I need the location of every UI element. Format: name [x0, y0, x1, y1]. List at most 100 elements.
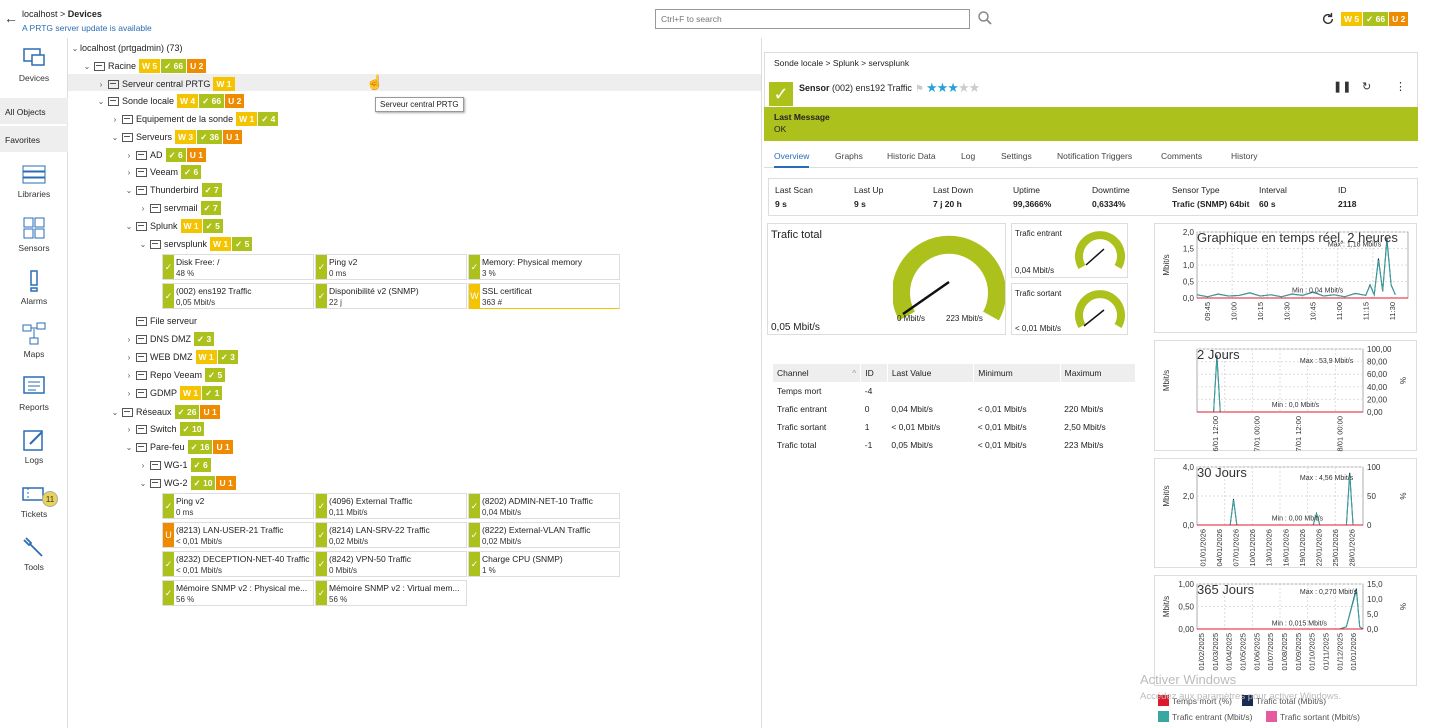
sensor-tile[interactable]: W SSL certificat 363 #: [468, 283, 620, 309]
history-chart[interactable]: 100,00 80,00 60,00 40,00 20,00 0,00 Mbit/s% 26/…: [1154, 340, 1417, 452]
tree-row[interactable]: ⌄ Racine W 5 ✓ 66 U 2: [82, 58, 207, 74]
sensor-tile[interactable]: U (8213) LAN-USER-21 Traffic < 0,01 Mbit/s: [162, 522, 314, 548]
tree-row-label[interactable]: Serveurs: [136, 132, 172, 142]
history-chart[interactable]: 1,00 0,50 0,00 15,0 10,0 5,0 0,0 Mbit/s% 01/02/2…: [1154, 575, 1417, 686]
tree-row-label[interactable]: Racine: [108, 61, 136, 71]
status-badge[interactable]: W 1: [213, 77, 235, 91]
global-status-badges[interactable]: W 5 ✓ 66 U 2: [1341, 12, 1409, 26]
column-header-label[interactable]: Channel: [777, 368, 809, 378]
status-badge[interactable]: W 1: [180, 219, 202, 233]
tab-settings[interactable]: Settings: [1001, 151, 1032, 161]
sensor-tile[interactable]: ✓ (8202) ADMIN-NET-10 Traffic 0,04 Mbit/s: [468, 493, 620, 519]
sensor-tile[interactable]: ✓ (8242) VPN-50 Traffic 0 Mbit/s: [315, 551, 467, 577]
chevron-down-icon[interactable]: ⌄: [124, 222, 134, 231]
table-row[interactable]: Trafic total -1 0,05 Mbit/s < 0,01 Mbit/s 22…: [773, 436, 1136, 454]
tree-row[interactable]: ⌄ Serveurs W 3 ✓ 36 U 1: [110, 129, 243, 145]
chevron-right-icon[interactable]: ›: [96, 80, 106, 89]
update-notice-link[interactable]: A PRTG server update is available: [22, 23, 152, 33]
status-badge[interactable]: ✓ 5: [202, 219, 223, 233]
tab-notification-triggers[interactable]: Notification Triggers: [1057, 151, 1132, 161]
back-arrow-icon[interactable]: ←: [4, 10, 18, 26]
unusual-badge[interactable]: U 2: [1389, 12, 1409, 26]
status-badge[interactable]: U 2: [225, 94, 245, 108]
tree-row-label[interactable]: servsplunk: [164, 239, 207, 249]
sensor-tile-name[interactable]: Memory: Physical memory: [482, 257, 618, 267]
tree-row[interactable]: ⌄ WG-2 ✓ 10 U 1: [138, 475, 237, 491]
chevron-down-icon[interactable]: ⌄: [82, 62, 92, 71]
sensor-tile[interactable]: ✓ Mémoire SNMP v2 : Virtual mem... 56 %: [315, 580, 467, 606]
status-badge[interactable]: U 2: [187, 59, 207, 73]
tree-row-label[interactable]: GDMP: [150, 388, 177, 398]
flag-icon[interactable]: ⚑: [915, 84, 924, 95]
sensor-tile[interactable]: ✓ (002) ens192 Traffic 0,05 Mbit/s: [162, 283, 314, 309]
tree-row[interactable]: › WG-1 ✓ 6: [138, 457, 212, 473]
tree-row-label[interactable]: AD: [150, 150, 163, 160]
status-badge[interactable]: U 1: [223, 130, 243, 144]
sensor-tile-name[interactable]: Ping v2: [329, 257, 465, 267]
tree-row-label[interactable]: Equipement de la sonde: [136, 114, 233, 124]
status-badge[interactable]: W 1: [195, 350, 217, 364]
status-badge[interactable]: ✓ 4: [258, 112, 279, 126]
tree-root[interactable]: ⌄ localhost (prtgadmin) (73): [70, 40, 186, 56]
sensor-tile-name[interactable]: (8232) DECEPTION-NET-40 Traffic: [176, 554, 312, 564]
sensor-tile-name[interactable]: SSL certificat: [482, 286, 618, 296]
tab-graphs[interactable]: Graphs: [835, 151, 863, 161]
status-badge[interactable]: W 1: [236, 112, 258, 126]
chevron-right-icon[interactable]: ›: [124, 168, 134, 177]
sensor-tile[interactable]: ✓ (4096) External Traffic 0,11 Mbit/s: [315, 493, 467, 519]
column-header[interactable]: ID: [860, 364, 888, 382]
column-header[interactable]: Minimum: [973, 364, 1061, 382]
sensor-tile[interactable]: ✓ (8214) LAN-SRV-22 Traffic 0,02 Mbit/s: [315, 522, 467, 548]
sidebar-item-tickets[interactable]: Tickets 11: [0, 482, 68, 519]
sidebar-item-sensors[interactable]: Sensors: [0, 216, 68, 253]
sensor-tile-name[interactable]: (8213) LAN-USER-21 Traffic: [176, 525, 312, 535]
chevron-down-icon[interactable]: ⌄: [138, 240, 148, 249]
tree-row-label[interactable]: Réseaux: [136, 407, 172, 417]
tree-row[interactable]: ⌄ Réseaux ✓ 26 U 1: [110, 404, 221, 420]
sensor-tile-name[interactable]: (4096) External Traffic: [329, 496, 465, 506]
tree-row[interactable]: › Switch ✓ 10: [124, 421, 205, 437]
tree-row-label[interactable]: Switch: [150, 424, 177, 434]
sensor-tile-name[interactable]: Charge CPU (SNMP): [482, 554, 618, 564]
tree-root-label[interactable]: localhost (prtgadmin) (73): [80, 43, 183, 53]
tree-row[interactable]: › servmail ✓ 7: [138, 200, 222, 216]
sensor-tile[interactable]: ✓ Charge CPU (SNMP) 1 %: [468, 551, 620, 577]
rescan-icon[interactable]: ↻: [1362, 80, 1371, 93]
ok-badge[interactable]: ✓ 66: [1363, 12, 1389, 26]
status-badge[interactable]: U 1: [186, 148, 206, 162]
priority-stars[interactable]: ⚑ ★★★★★: [915, 80, 980, 96]
table-row[interactable]: Trafic sortant 1 < 0,01 Mbit/s < 0,01 Mbit/…: [773, 418, 1136, 436]
sensor-tile[interactable]: ✓ Disk Free: / 48 %: [162, 254, 314, 280]
chevron-down-icon[interactable]: ⌄: [70, 44, 80, 53]
chevron-down-icon[interactable]: ⌄: [124, 186, 134, 195]
warning-badge[interactable]: W 5: [1341, 12, 1363, 26]
chevron-right-icon[interactable]: ›: [124, 353, 134, 362]
legend-item[interactable]: Trafic sortant (Mbit/s): [1266, 711, 1360, 722]
status-badge[interactable]: U 1: [200, 405, 220, 419]
tree-row-label[interactable]: Repo Veeam: [150, 370, 202, 380]
refresh-icon[interactable]: [1321, 12, 1335, 26]
sidebar-item-maps[interactable]: Maps: [0, 322, 68, 359]
sensor-tile-name[interactable]: Mémoire SNMP v2 : Physical me...: [176, 583, 312, 593]
stars-on[interactable]: ★★★: [926, 80, 959, 95]
tree-row[interactable]: › WEB DMZ W 1 ✓ 3: [124, 349, 239, 365]
sidebar-item-logs[interactable]: Logs: [0, 428, 68, 465]
tree-row-label[interactable]: servmail: [164, 203, 198, 213]
tree-row[interactable]: › Veeam ✓ 6: [124, 164, 202, 180]
status-badge[interactable]: ✓ 10: [179, 422, 205, 436]
table-row[interactable]: Trafic entrant 0 0,04 Mbit/s < 0,01 Mbit/s 2…: [773, 400, 1136, 418]
status-badge[interactable]: ✓ 5: [232, 237, 253, 251]
status-badge[interactable]: ✓ 6: [181, 165, 202, 179]
tab-log[interactable]: Log: [961, 151, 975, 161]
sensor-tile[interactable]: ✓ Disponibilité v2 (SNMP) 22 j: [315, 283, 467, 309]
chevron-down-icon[interactable]: ⌄: [96, 97, 106, 106]
status-badge[interactable]: ✓ 36: [197, 130, 223, 144]
sensor-tile[interactable]: ✓ Memory: Physical memory 3 %: [468, 254, 620, 280]
status-badge[interactable]: ✓ 6: [190, 458, 211, 472]
column-header[interactable]: Maximum: [1060, 364, 1137, 382]
status-badge[interactable]: U 1: [213, 440, 233, 454]
tab-historic-data[interactable]: Historic Data: [887, 151, 936, 161]
sensor-tile[interactable]: ✓ (8232) DECEPTION-NET-40 Traffic < 0,01 M…: [162, 551, 314, 577]
chevron-down-icon[interactable]: ⌄: [110, 408, 120, 417]
column-header[interactable]: Last Value: [887, 364, 975, 382]
